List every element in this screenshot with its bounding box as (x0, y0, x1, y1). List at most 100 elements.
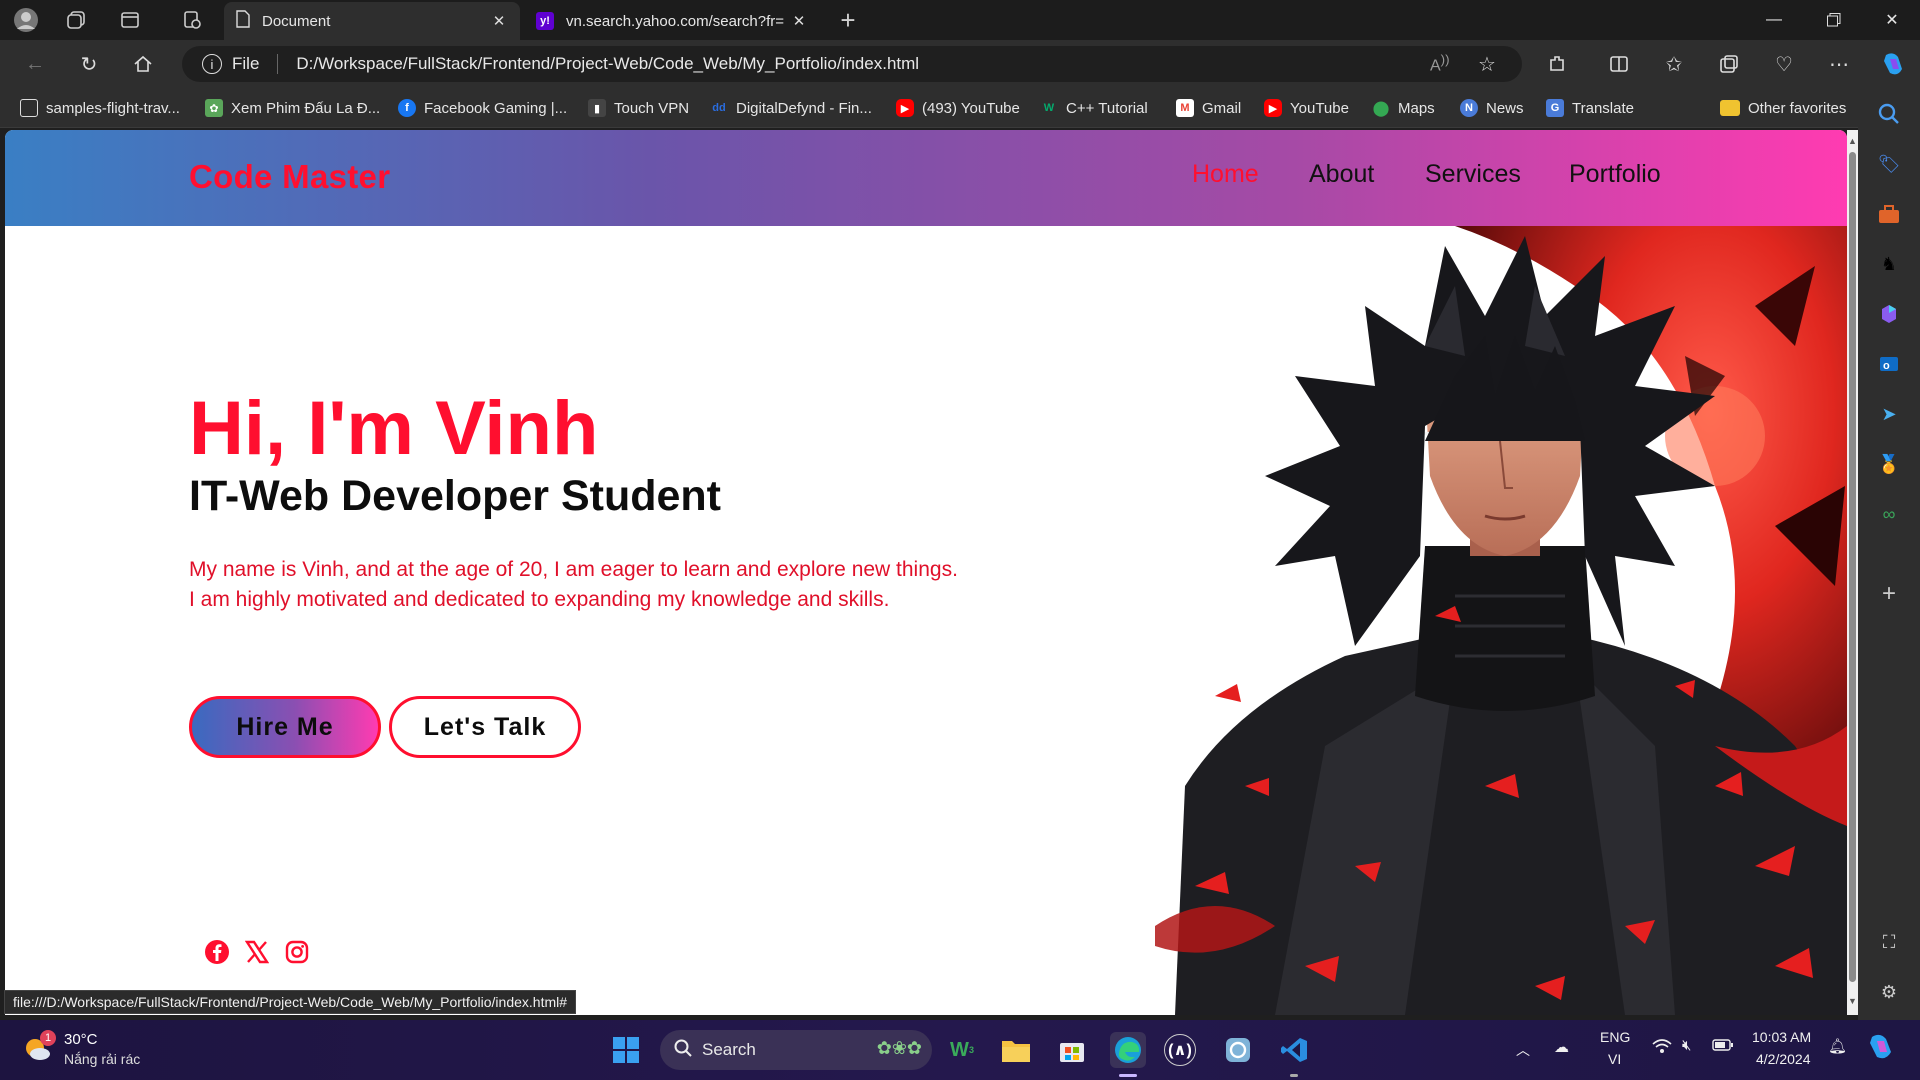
grammar-icon[interactable]: ∞ (1875, 500, 1903, 528)
vscode-icon[interactable] (1276, 1032, 1312, 1068)
url-text[interactable]: D:/Workspace/FullStack/Frontend/Project-… (296, 54, 919, 74)
tab-actions-icon[interactable] (116, 6, 144, 34)
tools-icon[interactable] (1875, 200, 1903, 228)
favorite-item[interactable]: ▶ YouTube (1264, 96, 1349, 120)
favorite-item[interactable]: N News (1460, 96, 1524, 120)
favorite-item[interactable]: G Translate (1546, 96, 1634, 120)
favorite-item[interactable]: ▶ (493) YouTube (896, 96, 1020, 120)
minimize-icon[interactable]: — (1746, 0, 1802, 40)
w3-icon: W (1043, 102, 1055, 114)
battery-icon[interactable] (1712, 1037, 1734, 1057)
web-page-viewport: Code Master Home About Services Portfoli… (5, 130, 1847, 1015)
nav-home[interactable]: Home (1192, 160, 1259, 189)
app-icon[interactable] (1220, 1032, 1256, 1068)
taskbar-search[interactable]: Search ✿❀✿ (660, 1030, 932, 1070)
m365-icon[interactable] (1875, 300, 1903, 328)
copilot-icon[interactable] (1876, 48, 1910, 80)
split-screen-icon[interactable] (1602, 48, 1636, 80)
favorite-item[interactable]: M Gmail (1176, 96, 1241, 120)
freecodecamp-icon[interactable]: (∧) (1164, 1034, 1196, 1066)
microsoft-store-icon[interactable] (1054, 1032, 1090, 1068)
address-bar[interactable]: i File D:/Workspace/FullStack/Frontend/P… (182, 46, 1522, 82)
language-top[interactable]: ENG (1600, 1029, 1630, 1045)
hire-me-button[interactable]: Hire Me (189, 696, 381, 758)
x-icon[interactable] (243, 938, 271, 966)
search-icon[interactable] (1875, 100, 1903, 128)
weather-widget[interactable]: 1 30°C Nắng rải rác (22, 1028, 172, 1072)
favorite-star-icon[interactable]: ☆ (1478, 52, 1496, 77)
hero-title: Hi, I'm Vinh (189, 386, 599, 471)
restore-icon[interactable] (1806, 0, 1862, 40)
clock-time[interactable]: 10:03 AM (1752, 1029, 1811, 1045)
telegram-icon[interactable]: ➤ (1875, 400, 1903, 428)
volume-muted-icon[interactable]: 🔇︎ (1682, 1037, 1691, 1054)
page-scrollbar[interactable]: ▲ ▼ (1847, 130, 1858, 1015)
favorite-item[interactable]: dd DigitalDefynd - Fin... (710, 96, 872, 120)
favorite-item[interactable]: W C++ Tutorial (1040, 96, 1148, 120)
address-toolbar: ← ↻ i File D:/Workspace/FullStack/Fronte… (0, 40, 1920, 88)
tab-yahoo-search[interactable]: y! vn.search.yahoo.com/search?fr= ✕ (524, 2, 820, 40)
copilot-taskbar-icon[interactable] (1866, 1032, 1896, 1066)
scrollbar-thumb[interactable] (1849, 152, 1856, 982)
read-aloud-icon[interactable]: A)) (1430, 52, 1450, 75)
gmail-icon: M (1176, 99, 1194, 117)
favorite-item[interactable]: f Facebook Gaming |... (398, 96, 567, 120)
scroll-down-arrow-icon[interactable]: ▼ (1848, 996, 1857, 1006)
hero-portrait-image (1155, 226, 1847, 1015)
workspaces-icon[interactable] (62, 6, 90, 34)
site-logo[interactable]: Code Master (189, 158, 390, 196)
notifications-bell-icon[interactable]: 🔔︎ (1828, 1037, 1847, 1055)
sidebar-settings-icon[interactable]: ⚙ (1875, 978, 1903, 1006)
profile-avatar-icon[interactable] (12, 6, 40, 34)
back-icon[interactable]: ← (18, 48, 52, 80)
close-tab-icon[interactable]: ✕ (490, 12, 508, 30)
nav-about[interactable]: About (1309, 160, 1374, 189)
edge-taskbar-icon[interactable] (1110, 1032, 1146, 1068)
favorite-item[interactable]: ✿ Xem Phim Đấu La Đ... (205, 96, 380, 120)
edge-active-indicator (1119, 1074, 1137, 1077)
lets-talk-button[interactable]: Let's Talk (389, 696, 581, 758)
status-bar-url: file:///D:/Workspace/FullStack/Frontend/… (4, 990, 577, 1014)
favorite-item[interactable]: ▮ Touch VPN (588, 96, 689, 120)
scroll-up-arrow-icon[interactable]: ▲ (1848, 136, 1857, 146)
language-bottom[interactable]: VI (1608, 1051, 1621, 1067)
favorite-item[interactable]: ⬤ Maps (1372, 96, 1435, 120)
games-icon[interactable]: ♞ (1875, 250, 1903, 278)
nav-services[interactable]: Services (1425, 160, 1521, 189)
more-menu-icon[interactable]: ⋯ (1822, 48, 1856, 80)
copilot-tabs-icon[interactable] (178, 6, 206, 34)
other-favorites[interactable]: Other favorites (1720, 96, 1846, 120)
shopping-tag-icon[interactable]: 🏷 (1875, 150, 1903, 178)
facebook-icon[interactable] (203, 938, 231, 966)
file-explorer-icon[interactable] (998, 1032, 1034, 1068)
nav-portfolio[interactable]: Portfolio (1569, 160, 1661, 189)
tab-document[interactable]: Document ✕ (224, 2, 520, 40)
add-sidebar-app-icon[interactable]: + (1875, 580, 1903, 608)
browser-essentials-icon[interactable]: ♡ (1767, 48, 1801, 80)
start-button[interactable] (608, 1032, 644, 1068)
info-icon[interactable]: i (202, 54, 222, 74)
collections-icon[interactable] (1712, 48, 1746, 80)
close-tab-icon[interactable]: ✕ (790, 12, 808, 30)
tray-overflow-chevron-icon[interactable]: ︿ (1516, 1040, 1530, 1060)
news-icon: N (1460, 99, 1478, 117)
home-icon[interactable] (126, 48, 160, 80)
dd-icon: dd (712, 102, 726, 114)
tab-title: Document (262, 12, 331, 30)
onedrive-cloud-icon[interactable]: ☁ (1554, 1038, 1569, 1056)
separator (277, 54, 279, 74)
new-tab-icon[interactable]: + (834, 5, 862, 35)
outlook-icon[interactable]: o (1875, 350, 1903, 378)
close-window-icon[interactable]: ✕ (1864, 0, 1920, 40)
extensions-icon[interactable] (1540, 48, 1574, 80)
favorite-item[interactable]: samples-flight-trav... (20, 96, 180, 120)
refresh-icon[interactable]: ↻ (72, 48, 106, 80)
w3schools-taskbar-icon[interactable]: W3 (944, 1032, 980, 1068)
wifi-icon[interactable] (1652, 1038, 1672, 1058)
rewards-medal-icon[interactable]: 🏅 (1875, 450, 1903, 478)
weather-desc: Nắng rải rác (64, 1051, 141, 1067)
clock-date[interactable]: 4/2/2024 (1756, 1051, 1811, 1067)
instagram-icon[interactable] (283, 938, 311, 966)
screenshot-icon[interactable]: ⛶ (1875, 928, 1903, 956)
favorites-icon[interactable]: ✩ (1657, 48, 1691, 80)
